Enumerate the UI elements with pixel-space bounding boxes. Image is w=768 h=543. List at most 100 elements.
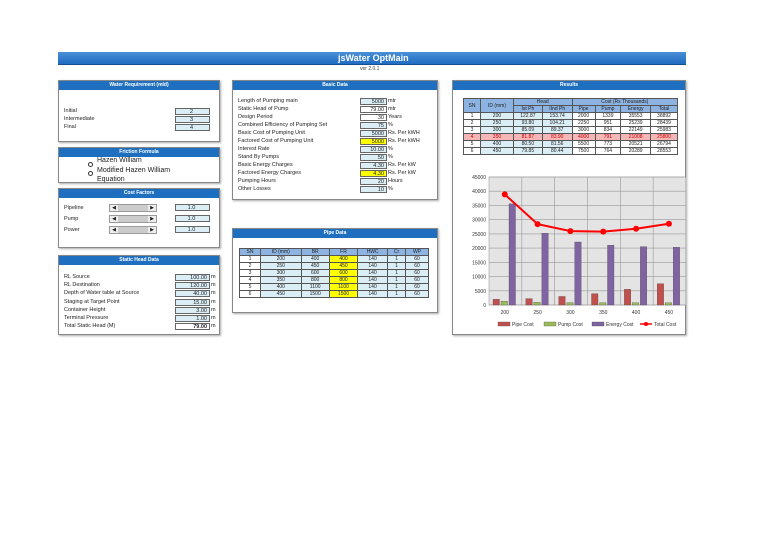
table-cell: 3	[462, 126, 482, 134]
table-cell[interactable]: 140	[357, 262, 388, 270]
table-cell[interactable]: 1500	[328, 290, 359, 298]
table-cell: 28439	[650, 119, 678, 127]
arrow-right-icon[interactable]: ▶	[148, 227, 156, 233]
unit-label: %	[388, 186, 393, 192]
table-cell[interactable]: 400	[260, 283, 302, 291]
value-input[interactable]: 100.00	[175, 274, 210, 281]
table-cell[interactable]: 60	[405, 276, 429, 284]
value-input[interactable]: 120.00	[175, 282, 210, 290]
value-input[interactable]: 5000	[360, 130, 387, 137]
table-cell[interactable]: 800	[300, 276, 330, 284]
cost-factor-slider[interactable]: ◀ ▶	[109, 215, 157, 223]
energy-cost-bar	[673, 247, 680, 306]
table-cell: 764	[594, 147, 622, 155]
version-label: ver 2.0.1	[360, 66, 380, 72]
table-cell: 791	[594, 133, 622, 141]
pipe-cost-bar	[492, 299, 500, 306]
table-cell[interactable]: 1	[386, 262, 407, 270]
field-label: Stand By Pumps	[238, 154, 279, 160]
value-input[interactable]: 5000	[360, 138, 387, 145]
table-cell[interactable]: 60	[405, 255, 429, 263]
table-cell[interactable]: 1	[386, 276, 407, 284]
table-cell[interactable]: 450	[300, 262, 330, 270]
value-input[interactable]: 4	[175, 124, 210, 131]
value-input[interactable]: 50	[360, 154, 387, 161]
table-cell[interactable]: 400	[328, 255, 359, 263]
y-tick-label: 15000	[472, 260, 486, 266]
table-cell[interactable]: 1	[386, 255, 407, 263]
table-cell[interactable]: 600	[328, 269, 359, 277]
column-header: WP	[405, 248, 429, 256]
table-cell[interactable]: 60	[405, 269, 429, 277]
table-cell[interactable]: 60	[405, 290, 429, 298]
table-cell[interactable]: 250	[260, 262, 302, 270]
table-cell: 350	[480, 133, 514, 141]
arrow-left-icon[interactable]: ◀	[110, 205, 118, 211]
table-cell: 6	[239, 290, 261, 298]
table-cell[interactable]: 350	[260, 276, 302, 284]
table-cell[interactable]: 1100	[328, 283, 359, 291]
table-cell[interactable]: 300	[260, 269, 302, 277]
value-input[interactable]: 3.00	[175, 306, 210, 314]
arrow-right-icon[interactable]: ▶	[148, 216, 156, 222]
legend-swatch	[591, 321, 605, 327]
y-tick-label: 25000	[472, 232, 486, 238]
value-input[interactable]: 2	[175, 108, 210, 115]
value-input[interactable]: 1.0	[175, 226, 210, 233]
table-cell[interactable]: 60	[405, 262, 429, 270]
table-cell[interactable]: 200	[260, 255, 302, 263]
table-cell[interactable]: 400	[300, 255, 330, 263]
pipe-cost-bar	[591, 293, 599, 306]
table-cell: 2	[462, 119, 482, 127]
table-cell[interactable]: 60	[405, 283, 429, 291]
value-input[interactable]: 30	[360, 114, 387, 121]
value-input[interactable]: 4.30	[360, 170, 387, 177]
value-input[interactable]: 10	[360, 186, 387, 193]
table-cell[interactable]: 450	[328, 262, 359, 270]
table-cell[interactable]: 800	[328, 276, 359, 284]
cost-factor-slider[interactable]: ◀ ▶	[109, 226, 157, 234]
radio-hazen-william[interactable]	[88, 162, 93, 167]
table-cell: 300	[480, 126, 514, 134]
table-cell[interactable]: 450	[260, 290, 302, 298]
value-input[interactable]: 20	[360, 178, 387, 185]
value-input[interactable]: 1.0	[175, 204, 210, 211]
table-cell[interactable]: 140	[357, 269, 388, 277]
value-input[interactable]: 79.00	[360, 106, 387, 113]
table-cell[interactable]: 1	[386, 283, 407, 291]
table-cell: 25800	[650, 133, 678, 141]
value-input[interactable]: 10.00	[360, 146, 387, 153]
table-cell[interactable]: 600	[300, 269, 330, 277]
table-cell[interactable]: 140	[357, 290, 388, 298]
value-input[interactable]: 40.00	[175, 290, 210, 298]
table-cell: 1	[462, 112, 482, 120]
panel-header: Cost Factors	[59, 189, 219, 198]
table-cell[interactable]: 1100	[300, 283, 330, 291]
table-cell: 834	[594, 126, 622, 134]
unit-label: Years	[388, 114, 402, 120]
x-tick-label: 300	[566, 310, 575, 316]
value-input[interactable]: 1.00	[175, 315, 210, 322]
field-label: RL Source	[64, 274, 90, 280]
radio-modified-hazen-william[interactable]	[88, 171, 93, 176]
table-cell[interactable]: 1	[386, 290, 407, 298]
x-tick-label: 450	[665, 310, 674, 316]
cost-factor-slider[interactable]: ◀ ▶	[109, 204, 157, 212]
panel-header: Water Requirement (mld)	[59, 81, 219, 90]
value-input[interactable]: 5000	[360, 98, 387, 105]
table-cell[interactable]: 1500	[300, 290, 330, 298]
table-cell[interactable]: 140	[357, 283, 388, 291]
arrow-left-icon[interactable]: ◀	[110, 227, 118, 233]
value-input[interactable]: 3	[175, 116, 210, 123]
value-input[interactable]: 4.30	[360, 162, 387, 169]
table-cell[interactable]: 1	[386, 269, 407, 277]
value-input[interactable]: 75	[360, 122, 387, 129]
unit-label: Rs. Per kWH	[388, 138, 420, 144]
arrow-left-icon[interactable]: ◀	[110, 216, 118, 222]
value-input[interactable]: 15.00	[175, 298, 210, 306]
value-input[interactable]: 1.0	[175, 215, 210, 222]
table-cell[interactable]: 140	[357, 276, 388, 284]
arrow-right-icon[interactable]: ▶	[148, 205, 156, 211]
field-label: Terminal Pressure	[64, 315, 109, 321]
table-cell[interactable]: 140	[357, 255, 388, 263]
